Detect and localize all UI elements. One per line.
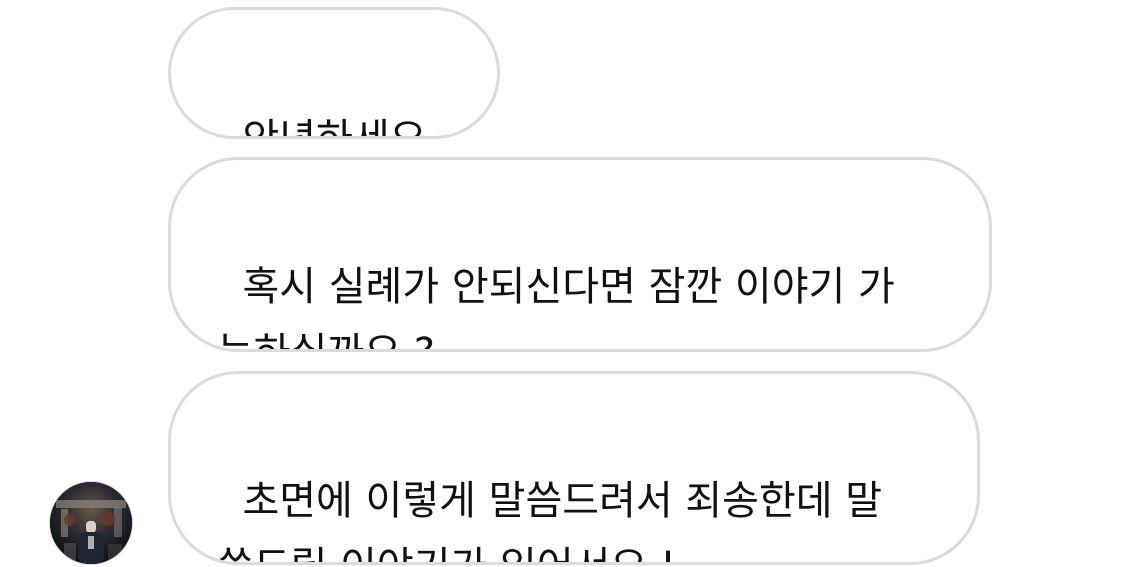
message-bubble[interactable]: 안녕하세요 ! xyxy=(168,7,500,139)
sender-avatar[interactable] xyxy=(49,481,133,565)
message-text: 초면에 이렇게 말씀드려서 죄송한데 말 씀드릴 이야기가 있어서요 ! xyxy=(217,478,883,562)
message-bubble[interactable]: 초면에 이렇게 말씀드려서 죄송한데 말 씀드릴 이야기가 있어서요 ! xyxy=(168,371,980,565)
message-text: 안녕하세요 ! xyxy=(242,116,427,139)
message-text: 혹시 실례가 안되신다면 잠깐 이야기 가 능하실까요 ? xyxy=(217,264,895,349)
profile-photo-avatar-icon xyxy=(50,482,132,564)
message-bubble[interactable]: 혹시 실례가 안되신다면 잠깐 이야기 가 능하실까요 ? xyxy=(168,157,992,352)
